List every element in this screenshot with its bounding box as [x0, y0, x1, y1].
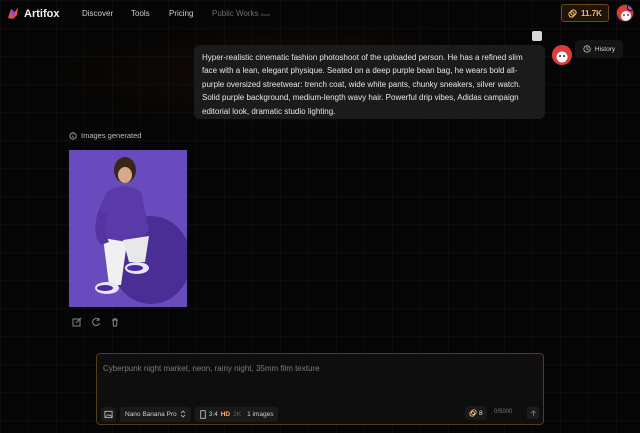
user-prompt-bubble: Hyper-realistic cinematic fashion photos…	[194, 45, 545, 119]
character-count: 0/5000	[494, 409, 513, 415]
faded-previous-text	[68, 24, 298, 30]
prompt-text: Hyper-realistic cinematic fashion photos…	[202, 53, 523, 116]
generated-photo-illustration	[69, 150, 187, 307]
composer-toolbar: Nano Banana Pro 3:4 HD 2K 1 images	[101, 405, 279, 423]
generated-image[interactable]	[69, 150, 187, 307]
upload-image-button[interactable]	[101, 406, 116, 422]
coin-icon	[469, 409, 477, 417]
history-label: History	[594, 45, 616, 53]
brand-name[interactable]: Artifox	[24, 8, 59, 20]
model-name: Nano Banana Pro	[125, 410, 177, 418]
notification-badge	[627, 5, 633, 11]
image-count: 1 images	[247, 410, 274, 418]
avatar-face-icon	[552, 45, 572, 65]
credits-value: 11.7K	[581, 8, 602, 18]
prompt-input[interactable]	[103, 360, 523, 376]
history-button[interactable]: History	[575, 40, 623, 58]
nav-public-works-label: Public Works	[212, 9, 259, 18]
send-button[interactable]	[527, 407, 539, 419]
copy-icon[interactable]	[532, 31, 542, 41]
edit-icon[interactable]	[72, 314, 82, 327]
nav-discover[interactable]: Discover	[82, 9, 113, 18]
cost-value: 8	[479, 409, 483, 417]
nav-pricing[interactable]: Pricing	[169, 9, 193, 18]
chevron-up-down-icon	[180, 410, 186, 418]
regenerate-icon[interactable]	[91, 314, 101, 327]
credits-button[interactable]: 11.7K	[561, 4, 609, 22]
output-settings-button[interactable]: 3:4 HD 2K 1 images	[194, 406, 279, 422]
image-actions	[72, 314, 120, 327]
cost-indicator: 8	[465, 406, 487, 420]
coin-icon	[568, 8, 577, 18]
images-generated-heading: Images generated	[69, 131, 141, 140]
nav-public-works[interactable]: Public Works Soon	[212, 9, 270, 18]
artifox-logo-icon[interactable]	[6, 6, 20, 20]
user-avatar[interactable]	[616, 4, 634, 22]
soon-badge: Soon	[260, 12, 270, 17]
message-avatar	[552, 45, 572, 65]
quality-2k: 2K	[233, 410, 242, 418]
aspect-ratio-icon	[199, 409, 206, 419]
model-select[interactable]: Nano Banana Pro	[120, 406, 191, 422]
images-generated-label: Images generated	[81, 131, 142, 140]
clock-icon	[583, 45, 591, 53]
arrow-up-icon	[530, 409, 536, 416]
nav-tools[interactable]: Tools	[131, 9, 150, 18]
image-icon	[104, 410, 113, 418]
aspect-ratio: 3:4	[208, 410, 218, 418]
quality-hd: HD	[220, 410, 231, 418]
info-icon	[69, 131, 77, 140]
prompt-composer: Nano Banana Pro 3:4 HD 2K 1 images 8 0/5…	[96, 353, 544, 425]
delete-icon[interactable]	[110, 314, 120, 327]
